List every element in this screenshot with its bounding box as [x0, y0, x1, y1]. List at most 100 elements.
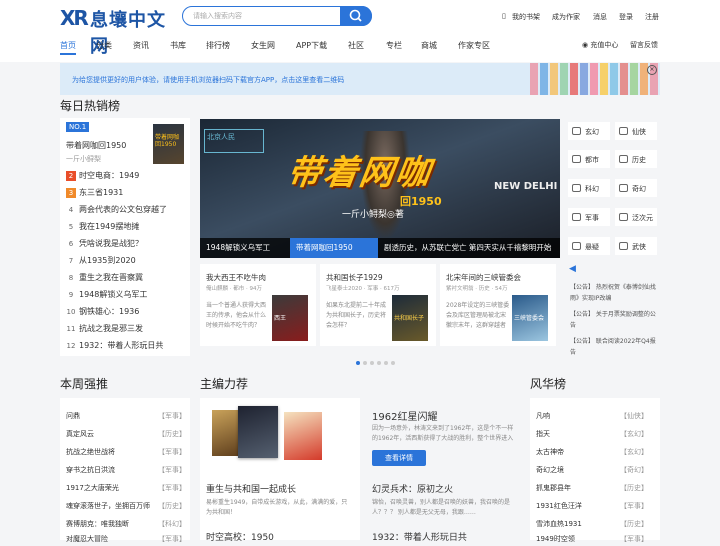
category-wuxia[interactable]: 武侠: [615, 237, 657, 255]
nav-shop[interactable]: 商城: [421, 40, 437, 51]
search-button[interactable]: [340, 6, 372, 26]
register-link[interactable]: 注册: [645, 12, 659, 22]
list-item[interactable]: 赛博朋克：唯我独断 【科幻】: [66, 519, 186, 531]
list-item[interactable]: 抓鬼郡县年 【历史】: [536, 483, 648, 495]
bookshelf-link[interactable]: 我的书架: [512, 12, 540, 22]
list-item[interactable]: 12 1932：带着人形玩日共: [66, 340, 164, 354]
announcement-item[interactable]: 【公告】 关于月票奖励调整的公告: [570, 309, 660, 331]
recharge-link[interactable]: ◉ 充值中心: [582, 40, 618, 50]
book-card-cover: 共和国长子: [392, 295, 428, 341]
app-download-notice[interactable]: 为给您提供更好的用户体验，请使用手机浏览器扫码下载官方APP，点击这里查看二维码: [60, 63, 660, 95]
list-item[interactable]: 1917之大唐荣光 【军事】: [66, 483, 186, 495]
editor-pick-featured[interactable]: 重生与共和国一起成长 易彬重生1949，自带成长游戏，从此，满满的爱，只为共和国…: [200, 398, 360, 543]
search-input[interactable]: 请输入搜索内容: [193, 11, 242, 21]
carousel-dot[interactable]: [356, 361, 360, 365]
list-item[interactable]: 8 重生之我在晋察冀: [66, 272, 143, 286]
carousel-dot[interactable]: [363, 361, 367, 365]
book-title[interactable]: 幻灵兵术：原初之火: [372, 482, 453, 495]
category-dushi[interactable]: 都市: [568, 150, 610, 168]
announcement-item[interactable]: 【公告】 热烈祝贺《泰博剑仙找雨》实现IP改编: [570, 282, 660, 304]
become-author-link[interactable]: 成为作家: [552, 12, 580, 22]
banner-tab[interactable]: 剧透历史，从苏联亡党亡 第四天实从千禧黎明开始: [378, 238, 560, 258]
nav-author-zone[interactable]: 作家专区: [458, 40, 490, 51]
book-title[interactable]: 时空高校：1950: [206, 530, 274, 543]
category-xuanyi[interactable]: 悬疑: [568, 237, 610, 255]
list-item[interactable]: 9 1948解锁义乌军工: [66, 289, 148, 303]
close-notice-icon[interactable]: ×: [647, 65, 657, 75]
list-item[interactable]: 5 我在1949摆地摊: [66, 221, 140, 235]
list-item[interactable]: 凡响 【仙侠】: [536, 411, 648, 423]
list-item[interactable]: 2 时空电商：1949: [66, 170, 139, 184]
carousel-dot[interactable]: [377, 361, 381, 365]
nav-app-download[interactable]: APP下载: [296, 40, 327, 51]
list-item[interactable]: 10 钢铁雄心：1936: [66, 306, 140, 320]
list-item[interactable]: 对魔忍大冒险 【军事】: [66, 534, 186, 546]
carousel-dot[interactable]: [370, 361, 374, 365]
feature-title[interactable]: 1962红星闪耀: [372, 408, 437, 423]
list-item[interactable]: 1949时空领 【军事】: [536, 534, 648, 546]
list-item[interactable]: 抗战之绝世战将 【军事】: [66, 447, 186, 459]
banner-tab[interactable]: 1948解锁义乌军工: [200, 238, 290, 258]
carousel-dot[interactable]: [384, 361, 388, 365]
book-title[interactable]: 1932：带着人形玩日共: [372, 530, 467, 543]
carousel-dot[interactable]: [391, 361, 395, 365]
book-desc: 易彬重生1949，自带成长游戏，从此，满满的爱，只为共和国！: [206, 499, 348, 516]
bookshelf-icon: ▯: [502, 12, 506, 20]
banner-title: 带着网咖: [284, 153, 435, 193]
daily-hot-title: 每日热销榜: [60, 99, 121, 113]
list-item[interactable]: 3 东三省1931: [66, 187, 123, 201]
book-card[interactable]: 共和国长子1929 飞星泰士2020 · 军事 · 617万 如果东北提前二十年…: [320, 264, 436, 346]
top-book-cover[interactable]: 带着网咖回1950: [153, 124, 184, 164]
category-fanciyuan[interactable]: 泛次元: [615, 208, 657, 226]
list-item[interactable]: 奇幻之境 【奇幻】: [536, 465, 648, 477]
top-book-author[interactable]: 一斤小鲟梨: [66, 154, 101, 164]
list-item[interactable]: 穿书之抗日洪流 【军事】: [66, 465, 186, 477]
list-item[interactable]: 6 凭啥说我是战犯？: [66, 238, 143, 252]
category-xuanhuan[interactable]: 玄幻: [568, 122, 610, 140]
category-kehuan[interactable]: 科幻: [568, 179, 610, 197]
feedback-link[interactable]: 留言反馈: [630, 40, 658, 50]
login-link[interactable]: 登录: [619, 12, 633, 22]
list-item[interactable]: 真定风云 【历史】: [66, 429, 186, 441]
list-item[interactable]: 指天 【玄幻】: [536, 429, 648, 441]
nav-rankings[interactable]: 排行榜: [206, 40, 230, 51]
book-card-meta: 紫衬文明翁 · 历史 · 54万: [446, 286, 508, 292]
list-item[interactable]: 11 抗战之我是邪三发: [66, 323, 143, 337]
main-nav: 首页 分类 资讯 书库 排行榜 女生网 APP下载 社区 专栏 商城 作家专区 …: [0, 36, 720, 56]
list-item[interactable]: 4 两会代表的公文包穿越了: [66, 204, 167, 218]
list-item[interactable]: 雪沛血热1931 【历史】: [536, 519, 648, 531]
nav-home[interactable]: 首页: [60, 40, 76, 51]
category-junshi[interactable]: 军事: [568, 208, 610, 226]
list-item[interactable]: 问鼎 【军事】: [66, 411, 186, 423]
top-book-title[interactable]: 带着网咖回1950: [66, 140, 126, 151]
city-icon: [572, 155, 581, 163]
category-qihuan[interactable]: 奇幻: [615, 179, 657, 197]
category-lishi[interactable]: 历史: [615, 150, 657, 168]
book-card-title: 我大西王不吃牛肉: [206, 273, 266, 282]
magic-icon: [619, 184, 628, 192]
book-card[interactable]: 我大西王不吃牛肉 俺山麒麟 · 都市 · 94万 当一个普通人获得大西王的传承，…: [200, 264, 316, 346]
view-details-button[interactable]: 查看详情: [372, 450, 426, 466]
announcement-item[interactable]: 【公告】 联合阅读2022年Q4报告: [570, 336, 660, 358]
bookshelf-decoration: [560, 63, 568, 95]
category-xianxia[interactable]: 仙侠: [615, 122, 657, 140]
nav-news[interactable]: 资讯: [133, 40, 149, 51]
book-card[interactable]: 北宋年间的三峡管委会 紫衬文明翁 · 历史 · 54万 2028年设定的三峡管委…: [440, 264, 556, 346]
book-title: 重生与共和国一起成长: [206, 485, 297, 495]
nav-category[interactable]: 分类: [96, 40, 112, 51]
notice-text[interactable]: 为给您提供更好的用户体验，请使用手机浏览器扫码下载官方APP，点击这里查看二维码: [72, 75, 344, 85]
list-item[interactable]: 太古神帝 【玄幻】: [536, 447, 648, 459]
nav-female[interactable]: 女生网: [251, 40, 275, 51]
messages-link[interactable]: 消息: [593, 12, 607, 22]
nav-community[interactable]: 社区: [348, 40, 364, 51]
list-item[interactable]: 魂穿滚落世子，坐拥百万师 【历史】: [66, 501, 186, 513]
history-icon: [619, 155, 628, 163]
list-item[interactable]: 7 从1935到2020: [66, 255, 136, 269]
book-card-cover: 三峡管委会: [512, 295, 548, 341]
nav-column[interactable]: 专栏: [386, 40, 402, 51]
site-logo[interactable]: XR 息壤中文网: [60, 6, 170, 57]
nav-library[interactable]: 书库: [170, 40, 186, 51]
banner-tab-active[interactable]: 带着网咖回1950: [290, 238, 378, 258]
list-item[interactable]: 1931红色汪洋 【军事】: [536, 501, 648, 513]
search-box[interactable]: 请输入搜索内容: [182, 6, 372, 26]
